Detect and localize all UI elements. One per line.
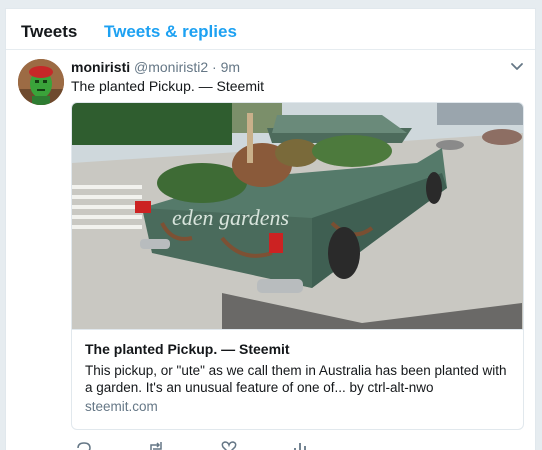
avatar[interactable] — [18, 59, 64, 105]
chevron-down-icon[interactable] — [510, 62, 524, 72]
separator-dot: · — [212, 59, 217, 75]
tweet-text: The planted Pickup. — Steemit — [71, 78, 264, 94]
link-card[interactable]: eden gardens The planted Pickup. — Steem… — [71, 102, 524, 430]
tab-tweets-and-replies[interactable]: Tweets & replies — [104, 22, 237, 42]
tweet-header: moniristi @moniristi2 · 9m — [71, 59, 240, 75]
profile-tabs: Tweets Tweets & replies — [6, 9, 535, 50]
card-image-sign: eden gardens — [172, 205, 289, 230]
tweet-timestamp[interactable]: 9m — [221, 59, 240, 75]
card-domain: steemit.com — [85, 399, 158, 414]
tab-tweets[interactable]: Tweets — [21, 22, 77, 42]
author-handle[interactable]: @moniristi2 — [134, 59, 208, 75]
author-name[interactable]: moniristi — [71, 59, 130, 75]
card-body: The planted Pickup. — Steemit This picku… — [72, 329, 523, 429]
card-image: eden gardens — [72, 103, 523, 329]
card-title[interactable]: The planted Pickup. — Steemit — [85, 341, 290, 357]
avatar-image — [18, 59, 64, 105]
tweet[interactable]: moniristi @moniristi2 · 9m The planted P… — [6, 50, 535, 450]
timeline-panel: Tweets Tweets & replies moniristi @monir… — [5, 8, 536, 450]
card-description: This pickup, or "ute" as we call them in… — [85, 363, 507, 395]
